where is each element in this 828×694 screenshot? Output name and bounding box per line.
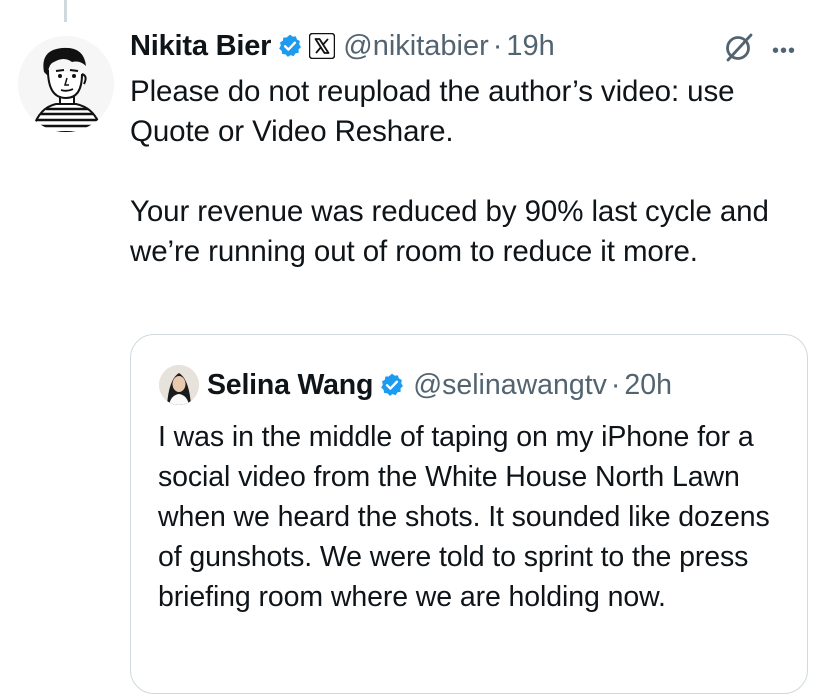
quoted-author-name[interactable]: Selina Wang [207, 369, 373, 402]
quoted-post-card[interactable]: Selina Wang @selinawangtv · 20h I was in… [130, 334, 808, 694]
quoted-author-handle[interactable]: @selinawangtv [413, 369, 607, 402]
quoted-post-text: I was in the middle of taping on my iPho… [158, 421, 778, 613]
avatar-illustration [18, 36, 114, 132]
thread-connector-line [64, 0, 67, 22]
author-avatar[interactable] [18, 36, 114, 132]
verified-badge-icon [379, 372, 405, 398]
author-name[interactable]: Nikita Bier [130, 30, 271, 63]
author-handle[interactable]: @nikitabier [343, 30, 489, 63]
quoted-author-avatar[interactable] [159, 365, 199, 405]
post-timestamp[interactable]: 19h [506, 30, 554, 63]
verified-badge-icon [277, 33, 303, 59]
x-logo-icon[interactable] [309, 32, 336, 60]
post-header: Nikita Bier @nikitabier · 19h [130, 26, 555, 66]
separator-dot: · [610, 368, 621, 401]
grok-icon[interactable] [722, 30, 756, 64]
quoted-post-header: Selina Wang @selinawangtv · 20h [207, 365, 672, 405]
more-options-icon[interactable]: ••• [772, 40, 796, 63]
quoted-post-timestamp[interactable]: 20h [624, 369, 672, 402]
quoted-avatar-image [159, 365, 199, 405]
post-text: Please do not reupload the author’s vide… [130, 75, 769, 268]
separator-dot: · [492, 29, 503, 62]
